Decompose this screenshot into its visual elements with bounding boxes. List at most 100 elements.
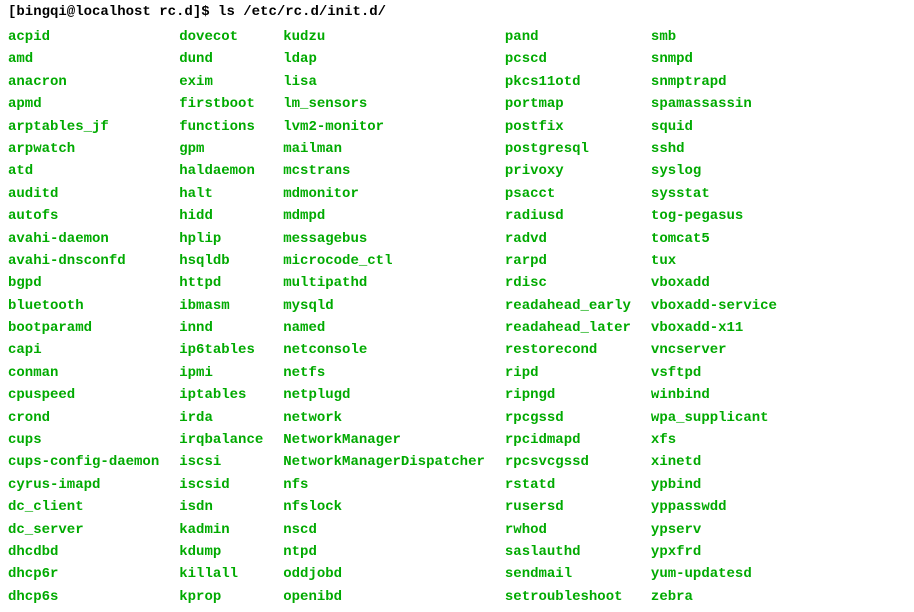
file-entry: anacron [8, 71, 159, 93]
file-entry: readahead_early [505, 295, 631, 317]
file-entry: ibmasm [179, 295, 263, 317]
file-entry: avahi-dnsconfd [8, 250, 159, 272]
file-entry: bluetooth [8, 295, 159, 317]
file-entry: vncserver [651, 339, 777, 361]
file-entry: syslog [651, 160, 777, 182]
file-entry: mailman [283, 138, 485, 160]
file-entry: privoxy [505, 160, 631, 182]
file-entry: oddjobd [283, 563, 485, 585]
file-entry: halt [179, 183, 263, 205]
file-entry: atd [8, 160, 159, 182]
file-entry: iptables [179, 384, 263, 406]
file-entry: ypbind [651, 474, 777, 496]
file-entry: spamassassin [651, 93, 777, 115]
file-entry: isdn [179, 496, 263, 518]
file-entry: rpcgssd [505, 407, 631, 429]
file-entry: irda [179, 407, 263, 429]
file-entry: sshd [651, 138, 777, 160]
ls-output: acpidamdanacronapmdarptables_jfarpwatcha… [8, 26, 906, 608]
file-entry: hidd [179, 205, 263, 227]
file-entry: hsqldb [179, 250, 263, 272]
file-entry: cups-config-daemon [8, 451, 159, 473]
file-entry: amd [8, 48, 159, 70]
file-entry: lvm2-monitor [283, 116, 485, 138]
file-entry: killall [179, 563, 263, 585]
file-entry: arpwatch [8, 138, 159, 160]
file-entry: rarpd [505, 250, 631, 272]
file-entry: rstatd [505, 474, 631, 496]
file-entry: vboxadd-service [651, 295, 777, 317]
file-entry: vboxadd-x11 [651, 317, 777, 339]
file-entry: snmptrapd [651, 71, 777, 93]
file-entry: portmap [505, 93, 631, 115]
column-2: kudzuldaplisalm_sensorslvm2-monitormailm… [283, 26, 485, 608]
file-entry: ypxfrd [651, 541, 777, 563]
file-entry: dc_server [8, 519, 159, 541]
file-entry: smb [651, 26, 777, 48]
file-entry: pcscd [505, 48, 631, 70]
file-entry: dhcp6s [8, 586, 159, 608]
file-entry: NetworkManagerDispatcher [283, 451, 485, 473]
file-entry: iscsid [179, 474, 263, 496]
file-entry: arptables_jf [8, 116, 159, 138]
file-entry: yppasswdd [651, 496, 777, 518]
file-entry: sysstat [651, 183, 777, 205]
file-entry: conman [8, 362, 159, 384]
file-entry: ripngd [505, 384, 631, 406]
file-entry: wpa_supplicant [651, 407, 777, 429]
file-entry: nfs [283, 474, 485, 496]
file-entry: mysqld [283, 295, 485, 317]
file-entry: ldap [283, 48, 485, 70]
file-entry: hplip [179, 228, 263, 250]
file-entry: lisa [283, 71, 485, 93]
file-entry: psacct [505, 183, 631, 205]
file-entry: kudzu [283, 26, 485, 48]
file-entry: dund [179, 48, 263, 70]
file-entry: dhcp6r [8, 563, 159, 585]
file-entry: winbind [651, 384, 777, 406]
file-entry: bootparamd [8, 317, 159, 339]
file-entry: haldaemon [179, 160, 263, 182]
file-entry: NetworkManager [283, 429, 485, 451]
file-entry: ripd [505, 362, 631, 384]
file-entry: kadmin [179, 519, 263, 541]
file-entry: gpm [179, 138, 263, 160]
file-entry: cyrus-imapd [8, 474, 159, 496]
file-entry: rwhod [505, 519, 631, 541]
file-entry: restorecond [505, 339, 631, 361]
file-entry: netplugd [283, 384, 485, 406]
file-entry: httpd [179, 272, 263, 294]
file-entry: dc_client [8, 496, 159, 518]
file-entry: microcode_ctl [283, 250, 485, 272]
file-entry: rdisc [505, 272, 631, 294]
file-entry: rusersd [505, 496, 631, 518]
file-entry: snmpd [651, 48, 777, 70]
file-entry: network [283, 407, 485, 429]
file-entry: tomcat5 [651, 228, 777, 250]
file-entry: autofs [8, 205, 159, 227]
prompt-command: ls /etc/rc.d/init.d/ [218, 4, 386, 20]
file-entry: iscsi [179, 451, 263, 473]
terminal-prompt: [bingqi@localhost rc.d]$ ls /etc/rc.d/in… [8, 4, 906, 20]
file-entry: named [283, 317, 485, 339]
file-entry: xinetd [651, 451, 777, 473]
file-entry: vsftpd [651, 362, 777, 384]
file-entry: sendmail [505, 563, 631, 585]
file-entry: netconsole [283, 339, 485, 361]
file-entry: firstboot [179, 93, 263, 115]
file-entry: capi [8, 339, 159, 361]
file-entry: crond [8, 407, 159, 429]
file-entry: exim [179, 71, 263, 93]
file-entry: kprop [179, 586, 263, 608]
file-entry: openibd [283, 586, 485, 608]
file-entry: tog-pegasus [651, 205, 777, 227]
file-entry: ypserv [651, 519, 777, 541]
file-entry: dovecot [179, 26, 263, 48]
column-4: smbsnmpdsnmptrapdspamassassinsquidsshdsy… [651, 26, 777, 608]
file-entry: mdmonitor [283, 183, 485, 205]
prompt-user-host: [bingqi@localhost rc.d]$ [8, 4, 210, 20]
file-entry: ipmi [179, 362, 263, 384]
file-entry: messagebus [283, 228, 485, 250]
file-entry: ntpd [283, 541, 485, 563]
file-entry: postfix [505, 116, 631, 138]
